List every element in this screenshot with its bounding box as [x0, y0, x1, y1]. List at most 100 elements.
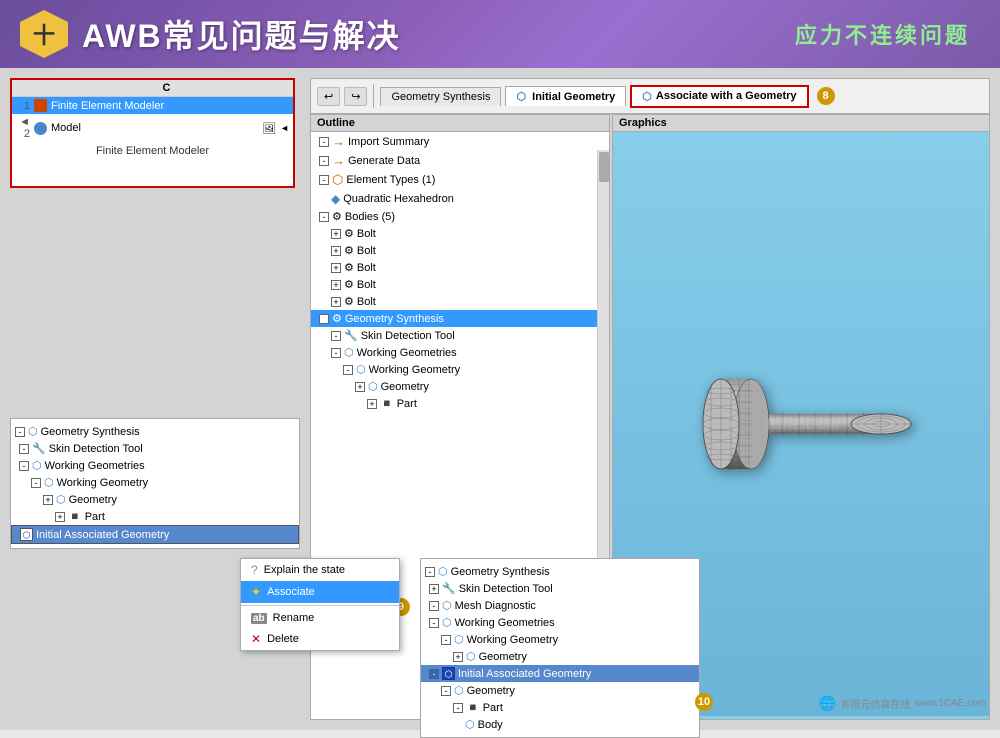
ctx-associate-icon: ✦	[251, 585, 261, 599]
outline-header: Outline	[311, 115, 609, 132]
bottom-tree-panel: - ⬡ Geometry Synthesis + 🔧 Skin Detectio…	[420, 558, 700, 738]
bt-body[interactable]: ⬡ Body	[421, 716, 699, 733]
bt-mesh-diag[interactable]: - ⬡ Mesh Diagnostic	[421, 597, 699, 614]
bodies-icon: ⚙	[332, 210, 342, 223]
fem-caption: Finite Element Modeler	[12, 142, 293, 160]
expand-icon[interactable]: -	[19, 461, 29, 471]
outline-bolt-5[interactable]: + ⚙ Bolt	[311, 293, 609, 310]
fem-icon-2	[34, 122, 47, 135]
expand-icon[interactable]: -	[425, 567, 435, 577]
bolt-visualization: 1CAE.COM	[661, 324, 941, 524]
main-content: C 1 Finite Element Modeler ◄ 2 Model 🖼 ◄…	[0, 68, 1000, 730]
bt-skin[interactable]: + 🔧 Skin Detection Tool	[421, 580, 699, 597]
expand-icon[interactable]: -	[343, 365, 353, 375]
geo-tree-working-geos[interactable]: - ⬡ Working Geometries	[11, 457, 299, 474]
expand-icon[interactable]: -	[453, 703, 463, 713]
ctx-delete[interactable]: ✕ Delete	[241, 628, 399, 650]
bt-geometry-2[interactable]: - ⬡ Geometry	[421, 682, 699, 699]
expand-icon[interactable]: -	[331, 331, 341, 341]
hex-icon: ◆	[331, 192, 340, 206]
expand-icon[interactable]: +	[43, 495, 53, 505]
outline-import-summary[interactable]: - → Import Summary	[311, 132, 609, 151]
bt-part-icon: ◾	[466, 701, 480, 714]
expand-icon[interactable]: +	[55, 512, 65, 522]
bt-geo-icon: ⬡	[466, 650, 476, 663]
expand-icon[interactable]: -	[441, 686, 451, 696]
expand-icon[interactable]: +	[331, 229, 341, 239]
expand-icon[interactable]: -	[429, 669, 439, 679]
expand-icon[interactable]: -	[429, 618, 439, 628]
header-title: AWB常见问题与解决	[82, 11, 401, 57]
outline-element-types[interactable]: - ⬡ Element Types (1)	[311, 170, 609, 190]
part-item-icon: ◾	[68, 510, 82, 523]
geo-tree-skin[interactable]: - 🔧 Skin Detection Tool	[11, 440, 299, 457]
outline-geo-synthesis[interactable]: - ⚙ Geometry Synthesis	[311, 310, 609, 327]
expand-icon[interactable]: +	[367, 399, 377, 409]
expand-icon[interactable]: -	[331, 348, 341, 358]
expand-icon[interactable]: -	[319, 175, 329, 185]
bt-initial-assoc[interactable]: - ⬡ Initial Associated Geometry	[421, 665, 699, 682]
bt-part[interactable]: - ◾ Part	[421, 699, 699, 716]
fem-row-2-num: ◄ 2	[16, 116, 30, 140]
expand-icon[interactable]: -	[319, 212, 329, 222]
working-geo-single-icon: ⬡	[356, 363, 366, 376]
tab-associate-geometry[interactable]: ⬡ Associate with a Geometry	[630, 85, 808, 108]
tab-geometry-synthesis[interactable]: Geometry Synthesis	[380, 87, 501, 106]
expand-icon[interactable]: -	[15, 427, 25, 437]
expand-icon[interactable]: +	[331, 280, 341, 290]
ctx-associate[interactable]: ✦ Associate	[241, 581, 399, 603]
expand-icon[interactable]: -	[319, 156, 329, 166]
tab-initial-geometry[interactable]: ⬡ Initial Geometry	[505, 86, 626, 106]
ctx-rename-icon: ab	[251, 613, 267, 624]
geo-tree-part[interactable]: + ◾ Part	[11, 508, 299, 525]
outline-part[interactable]: + ◾ Part	[311, 395, 609, 412]
outline-geometry[interactable]: + ⬡ Geometry	[311, 378, 609, 395]
ctx-separator	[241, 605, 399, 606]
outline-skin-detection[interactable]: - 🔧 Skin Detection Tool	[311, 327, 609, 344]
expand-icon[interactable]: -	[319, 314, 329, 324]
outline-bolt-1[interactable]: + ⚙ Bolt	[311, 225, 609, 242]
expand-icon[interactable]: -	[319, 137, 329, 147]
bt-geometry[interactable]: + ⬡ Geometry	[421, 648, 699, 665]
undo-button[interactable]: ↩	[317, 87, 340, 106]
bt-working-geos[interactable]: - ⬡ Working Geometries	[421, 614, 699, 631]
fem-row-1-num: 1	[16, 100, 30, 112]
toolbar-divider	[373, 84, 374, 108]
geo-tree-geometry[interactable]: + ⬡ Geometry	[11, 491, 299, 508]
watermark-icon: 🌐	[819, 695, 836, 712]
ctx-rename[interactable]: ab Rename	[241, 608, 399, 628]
graphics-header: Graphics	[613, 115, 989, 132]
expand-icon[interactable]: -	[429, 601, 439, 611]
expand-icon[interactable]: -	[19, 444, 29, 454]
expand-icon[interactable]: +	[331, 246, 341, 256]
outline-generate-data[interactable]: - → Generate Data	[311, 151, 609, 170]
bolt-icon: ⚙	[344, 227, 354, 240]
bt-synthesis[interactable]: - ⬡ Geometry Synthesis	[421, 563, 699, 580]
outline-bolt-2[interactable]: + ⚙ Bolt	[311, 242, 609, 259]
outline-quad-hex[interactable]: ◆ Quadratic Hexahedron	[311, 190, 609, 208]
expand-icon[interactable]: -	[31, 478, 41, 488]
fem-row-1[interactable]: 1 Finite Element Modeler	[12, 97, 293, 114]
geo-tree-working-geo[interactable]: - ⬡ Working Geometry	[11, 474, 299, 491]
fem-row-2-arrow: ◄	[280, 123, 289, 133]
outline-bolt-3[interactable]: + ⚙ Bolt	[311, 259, 609, 276]
expand-icon[interactable]: +	[331, 263, 341, 273]
bt-working-geo[interactable]: - ⬡ Working Geometry	[421, 631, 699, 648]
expand-icon[interactable]: +	[355, 382, 365, 392]
outline-working-geo[interactable]: - ⬡ Working Geometry	[311, 361, 609, 378]
geo-tree-synthesis[interactable]: - ⬡ Geometry Synthesis	[11, 423, 299, 440]
redo-button[interactable]: ↪	[344, 87, 367, 106]
outline-bodies[interactable]: - ⚙ Bodies (5)	[311, 208, 609, 225]
wg-icon: ⬡	[32, 459, 42, 472]
expand-icon[interactable]: +	[453, 652, 463, 662]
ctx-explain[interactable]: ? Explain the state	[241, 559, 399, 581]
expand-icon[interactable]: +	[429, 584, 439, 594]
expand-icon[interactable]: +	[331, 297, 341, 307]
fem-row-2[interactable]: ◄ 2 Model 🖼 ◄	[12, 114, 293, 142]
outline-bolt-4[interactable]: + ⚙ Bolt	[311, 276, 609, 293]
outline-working-geos[interactable]: - ⬡ Working Geometries	[311, 344, 609, 361]
expand-icon[interactable]: -	[441, 635, 451, 645]
element-icon: ⬡	[332, 172, 343, 188]
geo-tree-initial-assoc[interactable]: ⬡ Initial Associated Geometry	[11, 525, 299, 544]
scrollbar-thumb[interactable]	[599, 152, 609, 182]
